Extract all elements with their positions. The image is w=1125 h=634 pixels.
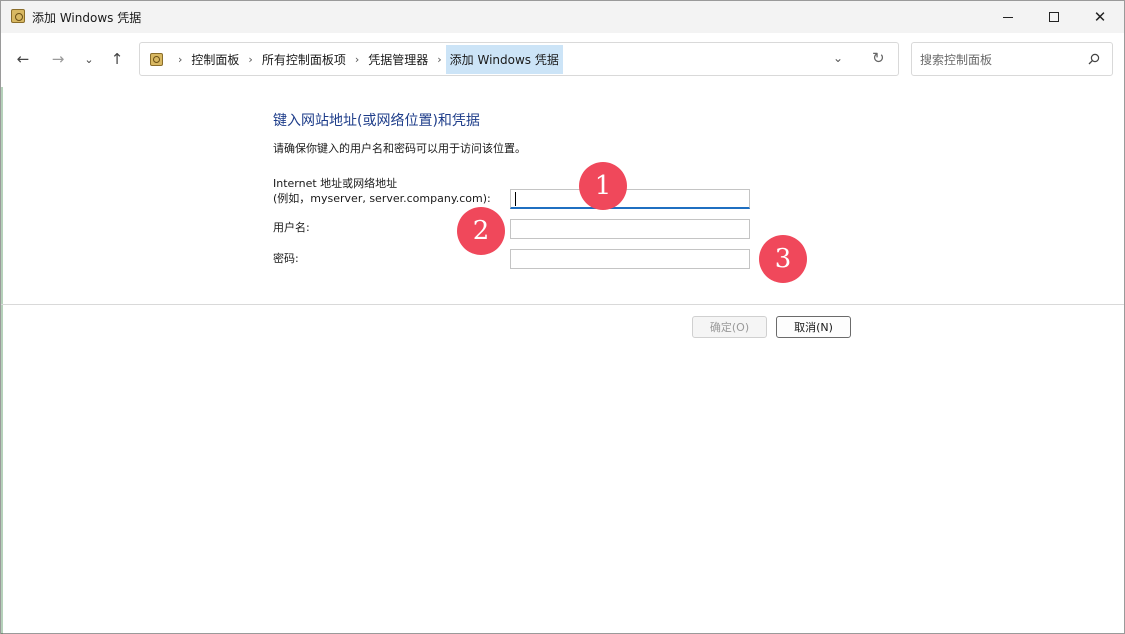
address-label-line2: (例如，myserver, server.company.com): (273, 192, 491, 205)
control-panel-icon (150, 53, 163, 66)
divider (1, 304, 1124, 305)
minimize-icon (1003, 16, 1013, 18)
chevron-down-icon: ⌄ (84, 52, 94, 66)
refresh-icon[interactable]: ↻ (872, 49, 885, 67)
network-address-input[interactable] (510, 189, 750, 209)
maximize-icon (1049, 12, 1059, 22)
address-dropdown-icon[interactable]: ⌄ (833, 51, 843, 65)
annotation-marker-1: 1 (579, 162, 627, 210)
password-label: 密码: (273, 252, 299, 265)
search-box[interactable] (911, 42, 1113, 76)
back-button[interactable]: ← (11, 47, 35, 71)
breadcrumb-separator[interactable]: › (437, 53, 441, 66)
title-bar: 添加 Windows 凭据 ✕ (1, 1, 1124, 33)
cancel-button[interactable]: 取消(N) (776, 316, 851, 338)
credential-manager-icon (11, 9, 25, 23)
close-icon: ✕ (1093, 7, 1107, 26)
close-button[interactable]: ✕ (1077, 1, 1123, 33)
annotation-marker-3: 3 (759, 235, 807, 283)
username-label: 用户名: (273, 221, 310, 234)
arrow-left-icon: ← (16, 50, 30, 68)
add-windows-credential-window: 添加 Windows 凭据 ✕ ← → ⌄ ↑ › 控制面板 › 所有控制面板项… (0, 0, 1125, 634)
window-edge (1, 87, 3, 634)
ok-button[interactable]: 确定(O) (692, 316, 767, 338)
minimize-button[interactable] (985, 1, 1031, 33)
arrow-right-icon: → (51, 50, 65, 68)
up-button[interactable]: ↑ (105, 47, 129, 71)
breadcrumb-all-items[interactable]: 所有控制面板项 (261, 51, 347, 68)
breadcrumb-separator[interactable]: › (248, 53, 252, 66)
breadcrumb-credential-manager[interactable]: 凭据管理器 (367, 51, 429, 68)
navigation-toolbar: ← → ⌄ ↑ › 控制面板 › 所有控制面板项 › 凭据管理器 › 添加 Wi… (1, 33, 1124, 87)
address-bar[interactable]: › 控制面板 › 所有控制面板项 › 凭据管理器 › 添加 Windows 凭据… (139, 42, 899, 76)
maximize-button[interactable] (1031, 1, 1077, 33)
breadcrumb-add-credential[interactable]: 添加 Windows 凭据 (445, 44, 563, 74)
breadcrumb-separator[interactable]: › (178, 53, 182, 66)
annotation-marker-2: 2 (457, 207, 505, 255)
window-title: 添加 Windows 凭据 (32, 11, 142, 25)
breadcrumb-separator[interactable]: › (355, 53, 359, 66)
address-label-line1: Internet 地址或网络地址 (273, 177, 398, 190)
search-icon[interactable] (1088, 53, 1100, 65)
password-input[interactable] (510, 249, 750, 269)
recent-locations-button[interactable]: ⌄ (77, 47, 101, 71)
arrow-up-icon: ↑ (110, 50, 124, 68)
username-input[interactable] (510, 219, 750, 239)
page-heading: 键入网站地址(或网络位置)和凭据 (273, 113, 480, 129)
address-label: Internet 地址或网络地址 (例如，myserver, server.co… (273, 176, 491, 206)
instruction-text: 请确保你键入的用户名和密码可以用于访问该位置。 (273, 142, 526, 155)
text-caret (515, 192, 516, 206)
breadcrumb-control-panel[interactable]: 控制面板 (190, 51, 240, 68)
breadcrumb: › 控制面板 › 所有控制面板项 › 凭据管理器 › 添加 Windows 凭据 (170, 43, 563, 75)
search-input[interactable] (920, 51, 1080, 69)
forward-button[interactable]: → (46, 47, 70, 71)
